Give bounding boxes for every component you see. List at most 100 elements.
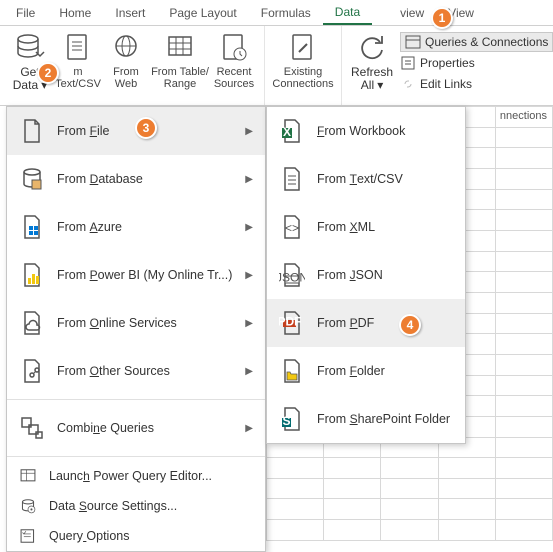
properties-icon	[400, 55, 416, 71]
recent-sources-button[interactable]: Recent Sources	[210, 30, 258, 102]
menu-item-label: From JSON	[317, 268, 453, 282]
ribbon-tabs: File Home Insert Page Layout Formulas Da…	[0, 0, 553, 26]
refresh-all-button[interactable]: Refresh All ▾	[348, 30, 396, 102]
svg-text:PDF: PDF	[279, 315, 302, 329]
tab-home[interactable]: Home	[47, 2, 103, 24]
chevron-right-icon: ▶	[245, 222, 253, 233]
chevron-right-icon: ▶	[245, 126, 253, 137]
chevron-right-icon: ▶	[245, 366, 253, 377]
existing-connections-button[interactable]: Existing Connections	[271, 30, 335, 102]
group-connections: Existing Connections	[265, 26, 342, 105]
excel-icon: X	[279, 118, 305, 144]
tab-file[interactable]: File	[4, 2, 47, 24]
cloud-icon	[19, 310, 45, 336]
ribbon: Get Data ▾ m Text/CSV From Web From Tabl…	[0, 26, 553, 106]
svg-text:JSON: JSON	[279, 271, 305, 285]
properties-button[interactable]: Properties	[400, 53, 553, 73]
from-web-button[interactable]: From Web	[102, 30, 150, 102]
options-icon	[19, 527, 37, 545]
queries-icon	[405, 34, 421, 50]
sharepoint-icon: S	[279, 406, 305, 432]
menu-item-from-other-sources[interactable]: From Other Sources ▶	[7, 347, 265, 395]
settings-icon	[19, 497, 37, 515]
menu-item-label: From XML	[317, 220, 453, 234]
tab-review[interactable]: view	[372, 2, 436, 24]
menu-item-from-power-bi-my-online-tr-[interactable]: From Power BI (My Online Tr...) ▶	[7, 251, 265, 299]
chevron-down-icon: ▾	[377, 78, 383, 92]
group-refresh: Refresh All ▾ Queries & Connections Prop…	[342, 26, 553, 105]
menu-item-label: From Workbook	[317, 124, 453, 138]
menu-item-label: From Other Sources	[57, 364, 233, 378]
menu-item-query-options[interactable]: Query Options	[7, 521, 265, 551]
queries-col: Queries & Connections Properties Edit Li…	[396, 30, 553, 96]
menu-item-from-pdf[interactable]: PDF From PDF	[267, 299, 465, 347]
svg-text:S: S	[282, 414, 290, 428]
menu-item-label: From PDF	[317, 316, 453, 330]
menu-item-label: Combine Queries	[57, 421, 233, 435]
menu-item-label: From Azure	[57, 220, 233, 234]
text-icon	[279, 166, 305, 192]
pdf-icon: PDF	[279, 310, 305, 336]
menu-item-label: Launch Power Query Editor...	[49, 469, 253, 483]
tab-data[interactable]: Data	[323, 1, 372, 25]
from-web-label: From Web	[113, 66, 139, 90]
xml-icon: <>	[279, 214, 305, 240]
menu-item-launch-power-query-editor-[interactable]: Launch Power Query Editor...	[7, 461, 265, 491]
chevron-right-icon: ▶	[245, 423, 253, 434]
chevron-right-icon: ▶	[245, 318, 253, 329]
from-text-csv-button[interactable]: m Text/CSV	[54, 30, 102, 102]
menu-item-data-source-settings-[interactable]: Data Source Settings...	[7, 491, 265, 521]
menu-item-from-database[interactable]: From Database ▶	[7, 155, 265, 203]
menu-item-from-online-services[interactable]: From Online Services ▶	[7, 299, 265, 347]
tab-formulas[interactable]: Formulas	[249, 2, 323, 24]
menu-item-label: From Power BI (My Online Tr...)	[57, 268, 233, 282]
menu-item-from-text-csv[interactable]: From Text/CSV	[267, 155, 465, 203]
file-icon	[19, 118, 45, 144]
powerbi-icon	[19, 262, 45, 288]
menu-item-from-sharepoint-folder[interactable]: SFrom SharePoint Folder	[267, 395, 465, 443]
svg-text:<>: <>	[285, 221, 299, 235]
menu-item-combine-queries[interactable]: Combine Queries ▶	[7, 404, 265, 452]
queries-connections-button[interactable]: Queries & Connections	[400, 32, 553, 52]
step-badge-2: 2	[37, 62, 59, 84]
recent-icon	[218, 32, 250, 64]
refresh-all-label: Refresh All ▾	[351, 66, 393, 92]
existing-connections-label: Existing Connections	[272, 66, 333, 90]
menu-item-label: From Folder	[317, 364, 453, 378]
other-icon	[19, 358, 45, 384]
refresh-icon	[356, 32, 388, 64]
combine-icon	[19, 415, 45, 441]
json-icon: JSON	[279, 262, 305, 288]
connection-icon	[287, 32, 319, 64]
azure-icon	[19, 214, 45, 240]
menu-item-from-xml[interactable]: <> From XML	[267, 203, 465, 251]
step-badge-1: 1	[431, 7, 453, 29]
svg-text:X: X	[283, 125, 291, 139]
from-table-range-button[interactable]: From Table/ Range	[150, 30, 210, 102]
folder-icon	[279, 358, 305, 384]
globe-icon	[110, 32, 142, 64]
edit-links-button: Edit Links	[400, 74, 553, 94]
menu-item-label: From Online Services	[57, 316, 233, 330]
menu-item-from-folder[interactable]: From Folder	[267, 347, 465, 395]
chevron-right-icon: ▶	[245, 270, 253, 281]
link-icon	[400, 76, 416, 92]
tab-page-layout[interactable]: Page Layout	[157, 2, 248, 24]
menu-item-label: Data Source Settings...	[49, 499, 253, 513]
recent-sources-label: Recent Sources	[214, 66, 254, 90]
step-badge-4: 4	[399, 314, 421, 336]
database-icon	[14, 32, 46, 64]
menu-item-label: From Database	[57, 172, 233, 186]
tab-insert[interactable]: Insert	[103, 2, 157, 24]
database-icon	[19, 166, 45, 192]
chevron-right-icon: ▶	[245, 174, 253, 185]
from-text-csv-label: m Text/CSV	[55, 66, 101, 90]
file-text-icon	[62, 32, 94, 64]
menu-item-from-json[interactable]: JSON From JSON	[267, 251, 465, 299]
from-table-range-label: From Table/ Range	[151, 66, 209, 90]
step-badge-3: 3	[135, 117, 157, 139]
menu-item-from-workbook[interactable]: X From Workbook	[267, 107, 465, 155]
from-file-submenu: X From Workbook From Text/CSV <> From XML JSO…	[266, 106, 466, 444]
get-data-menu: From File▶From Database▶From Azure▶From …	[6, 106, 266, 552]
menu-item-from-azure[interactable]: From Azure ▶	[7, 203, 265, 251]
